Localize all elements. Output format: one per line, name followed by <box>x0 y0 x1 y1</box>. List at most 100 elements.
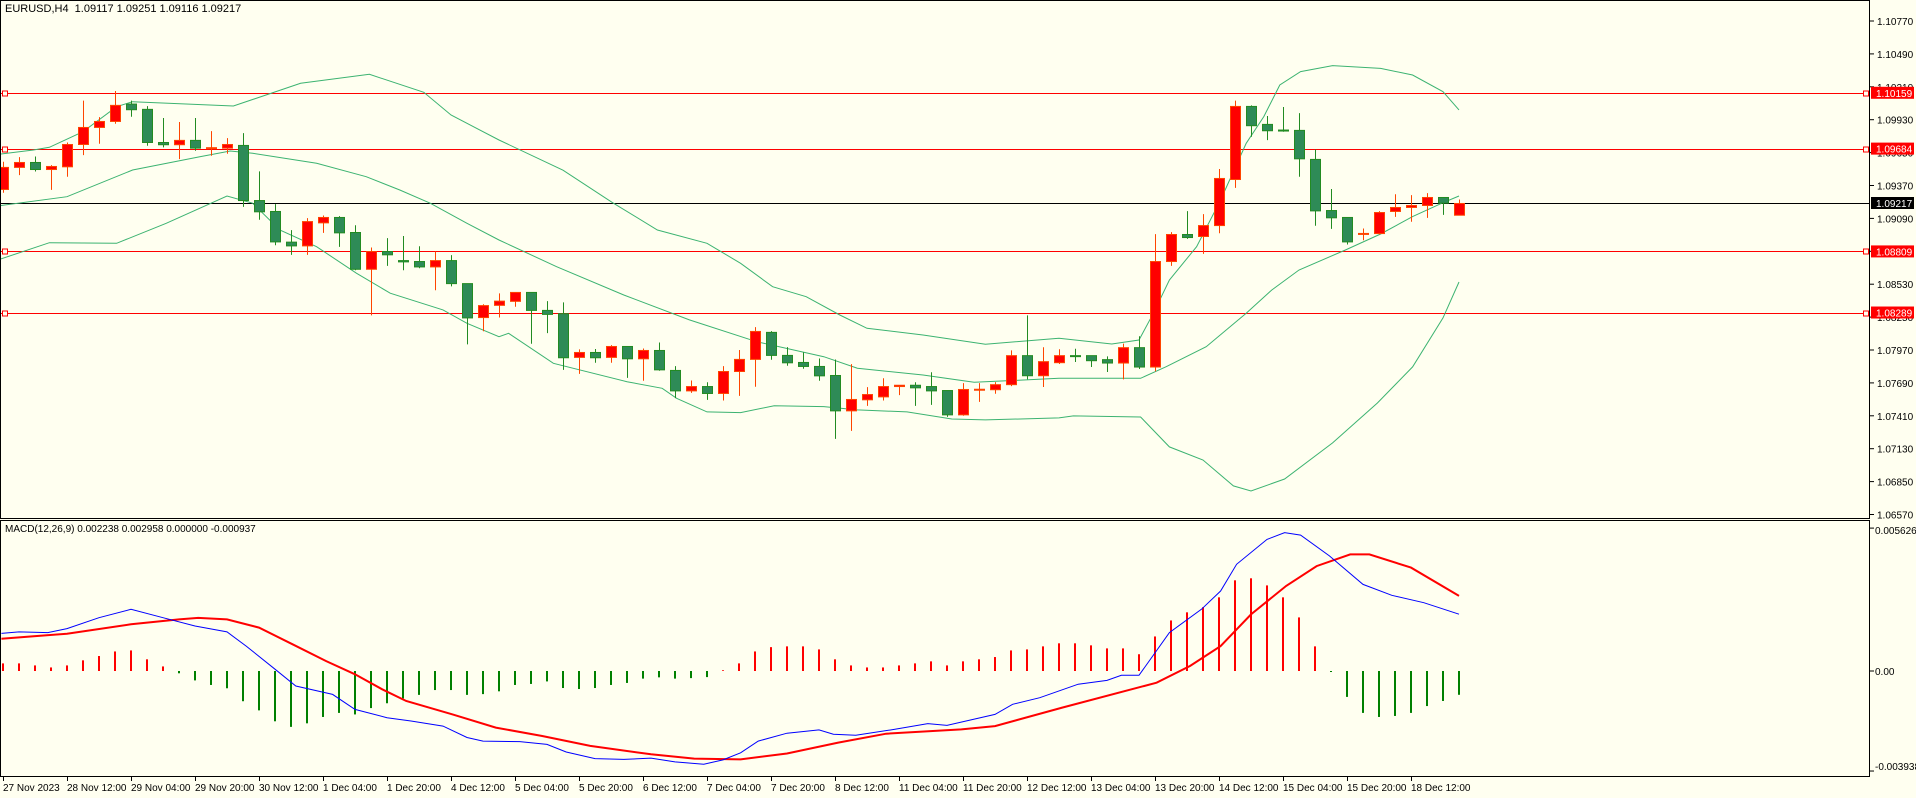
price-axis-label: 1.09090 <box>1877 214 1914 225</box>
candle-body <box>1230 105 1241 181</box>
time-axis-label: 18 Dec 12:00 <box>1411 783 1471 794</box>
candle-body <box>1118 347 1129 364</box>
candle-body <box>1086 355 1097 362</box>
macd-axis-label: 0.00 <box>1875 667 1895 678</box>
candle-body <box>990 384 1001 391</box>
candle-body <box>1278 129 1289 132</box>
candle-body <box>62 143 73 168</box>
candle <box>142 106 153 146</box>
candle-body <box>334 216 345 234</box>
candle-body <box>286 241 297 247</box>
price-axis-label: 1.10770 <box>1877 17 1914 28</box>
candle-body <box>1246 105 1257 127</box>
macd-axis-label: 0.005626 <box>1875 526 1916 537</box>
time-axis-label: 28 Nov 12:00 <box>67 783 127 794</box>
candle-body <box>1406 204 1417 208</box>
candle-body <box>1438 196 1449 204</box>
symbol-ohlc-header: EURUSD,H4 1.09117 1.09251 1.09116 1.0921… <box>5 3 242 15</box>
time-axis-label: 27 Nov 2023 <box>3 783 60 794</box>
candle-body <box>1454 202 1465 216</box>
candle-body <box>654 349 665 371</box>
candle-body <box>494 300 505 306</box>
candle-body <box>1374 212 1385 235</box>
candle-body <box>222 143 233 149</box>
time-axis-label: 7 Dec 20:00 <box>771 783 825 794</box>
level-handle-left[interactable] <box>2 310 8 317</box>
candle-body <box>78 126 89 145</box>
candle-body <box>414 261 425 268</box>
level-handle-left[interactable] <box>2 146 8 153</box>
candle-body <box>814 365 825 377</box>
candle <box>1214 169 1225 234</box>
macd-axis-label: -0.003938 <box>1875 762 1916 773</box>
time-axis-label: 1 Dec 20:00 <box>387 783 441 794</box>
price-axis-label: 1.06570 <box>1877 511 1914 522</box>
level-price-label: 1.10159 <box>1876 89 1913 100</box>
candle-body <box>878 386 889 398</box>
candle-body <box>734 358 745 373</box>
candle <box>1342 216 1353 245</box>
candle-body <box>254 200 265 213</box>
candle-body <box>318 216 329 224</box>
time-axis-label: 5 Dec 04:00 <box>515 783 569 794</box>
candle-body <box>1214 177 1225 227</box>
candle-body <box>606 345 617 358</box>
candle-body <box>478 305 489 319</box>
time-axis-label: 29 Nov 04:00 <box>131 783 191 794</box>
time-axis-label: 12 Dec 12:00 <box>1027 783 1087 794</box>
candle-body <box>1150 261 1161 368</box>
time-axis-label: 15 Dec 04:00 <box>1283 783 1343 794</box>
candle-body <box>94 120 105 128</box>
time-axis-label: 7 Dec 04:00 <box>707 783 761 794</box>
time-axis-label: 14 Dec 12:00 <box>1219 783 1279 794</box>
candle-body <box>1038 361 1049 377</box>
candle-body <box>382 251 393 256</box>
time-axis-label: 4 Dec 12:00 <box>451 783 505 794</box>
candle-body <box>1102 359 1113 364</box>
trading-chart[interactable]: 1.107701.104901.102101.099301.096501.093… <box>0 0 1916 798</box>
candle-body <box>366 251 377 270</box>
level-handle-right[interactable] <box>1863 248 1869 255</box>
candle-body <box>702 386 713 394</box>
time-axis-label: 13 Dec 04:00 <box>1091 783 1151 794</box>
candle-body <box>1198 225 1209 237</box>
candle <box>1230 100 1241 188</box>
level-handle-right[interactable] <box>1863 146 1869 153</box>
candle-body <box>590 351 601 359</box>
candle-body <box>558 313 569 359</box>
price-axis-label: 1.10490 <box>1877 50 1914 61</box>
candle-body <box>1342 216 1353 243</box>
candle-body <box>942 390 953 416</box>
candle-body <box>1294 129 1305 160</box>
candle-body <box>894 384 905 388</box>
candle-body <box>430 260 441 268</box>
candle-body <box>1054 355 1065 364</box>
candle-body <box>1262 123 1273 132</box>
candle-body <box>798 361 809 367</box>
time-axis-label: 15 Dec 20:00 <box>1347 783 1407 794</box>
level-handle-left[interactable] <box>2 248 8 255</box>
candle-body <box>574 351 585 358</box>
candle-body <box>750 330 761 360</box>
time-axis-label: 11 Dec 04:00 <box>899 783 958 794</box>
candle-body <box>238 144 249 202</box>
level-price-label: 1.08809 <box>1876 247 1913 258</box>
level-handle-left[interactable] <box>2 90 8 97</box>
level-handle-right[interactable] <box>1863 310 1869 317</box>
candle <box>1166 232 1177 266</box>
candle-body <box>1310 158 1321 212</box>
candle-body <box>174 139 185 146</box>
candle-body <box>622 345 633 360</box>
candle-body <box>462 283 473 319</box>
candle-body <box>638 349 649 360</box>
level-handle-right[interactable] <box>1863 90 1869 97</box>
candle-body <box>1 166 9 190</box>
price-axis-label: 1.07410 <box>1877 412 1914 423</box>
candle-body <box>974 388 985 391</box>
candle-body <box>302 221 313 247</box>
candle-body <box>1070 355 1081 358</box>
candle-body <box>670 369 681 392</box>
candle-body <box>350 232 361 270</box>
candle-body <box>1022 355 1033 377</box>
candle-body <box>686 386 697 392</box>
